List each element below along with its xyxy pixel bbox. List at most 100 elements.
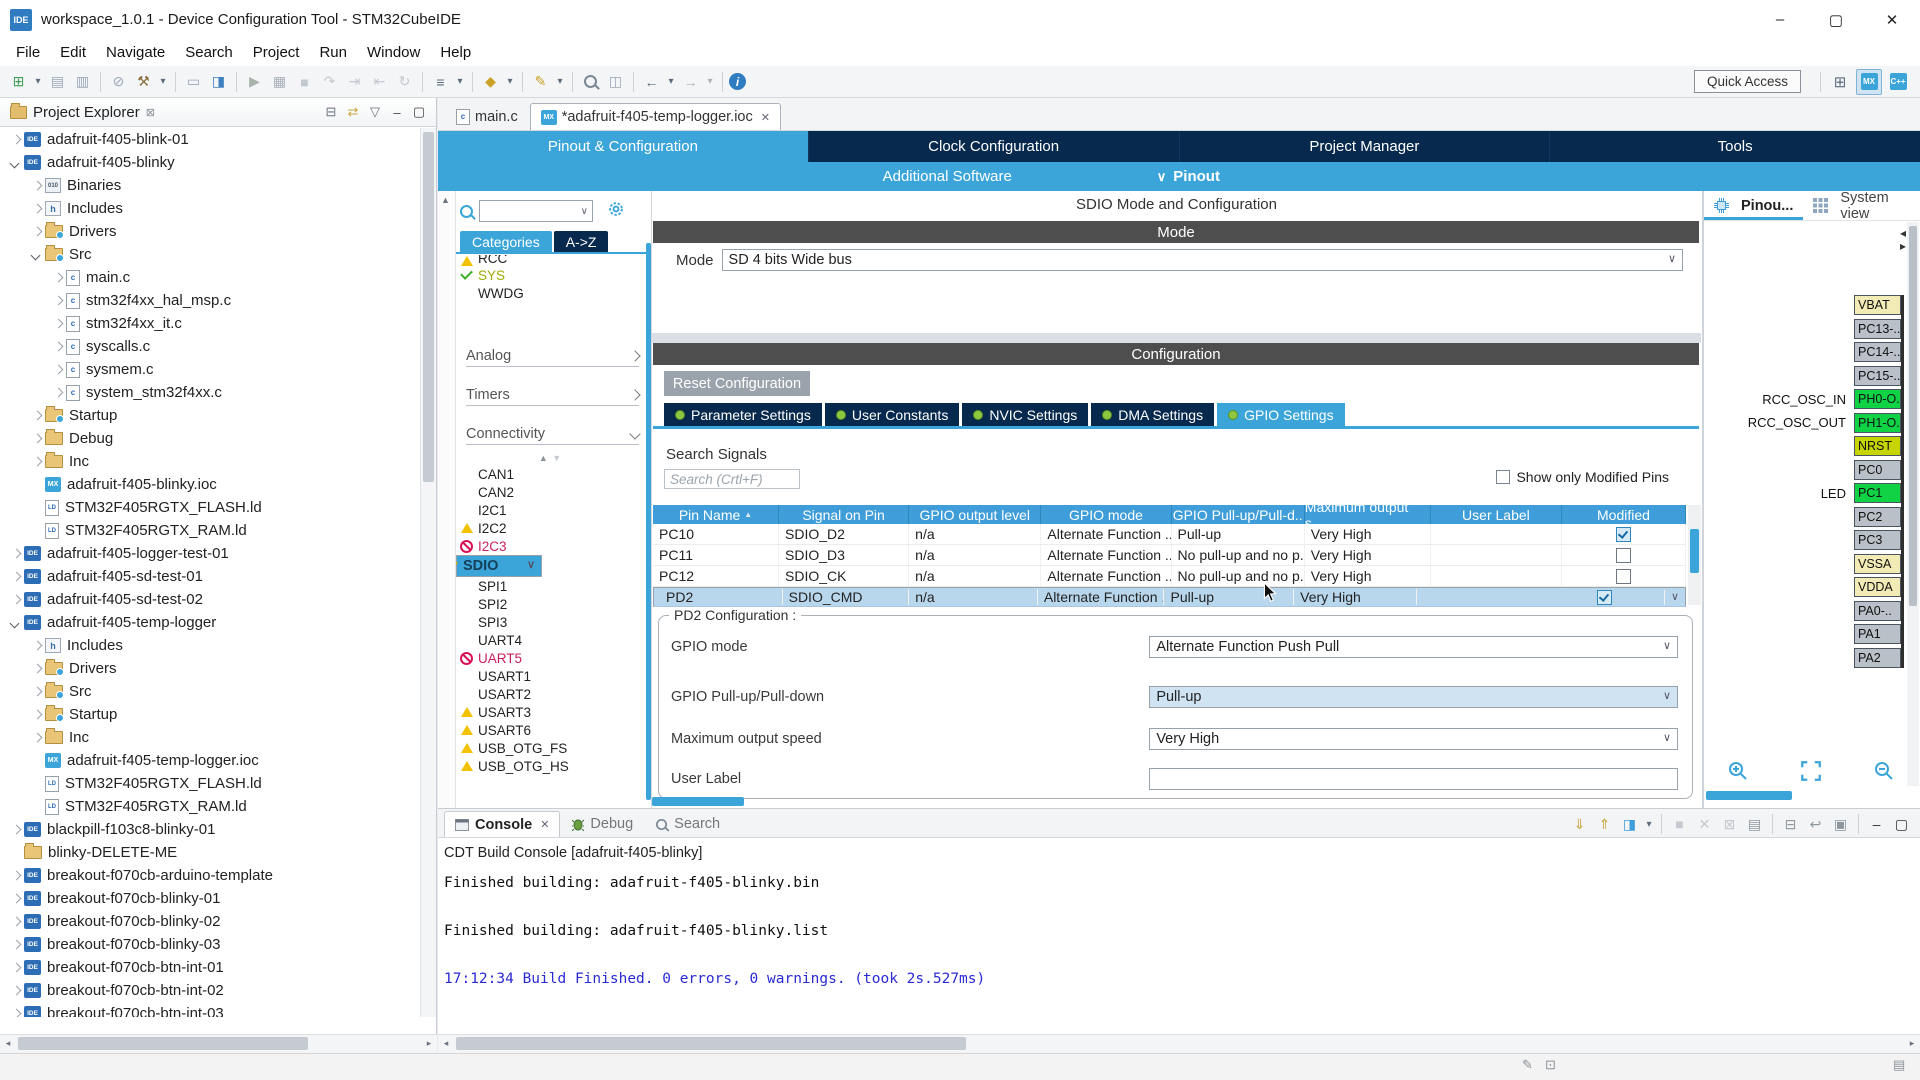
- forward-icon[interactable]: →: [679, 70, 702, 94]
- maximize-button[interactable]: ▢: [1808, 0, 1864, 39]
- clear-console-icon[interactable]: ▤: [1743, 812, 1766, 836]
- collapsed-arrow-icon[interactable]: [10, 595, 20, 605]
- tree-item-adafruit-f405-blink-01[interactable]: IDEadafruit-f405-blink-01: [0, 128, 421, 151]
- pin-console-icon[interactable]: ▣: [1829, 812, 1852, 836]
- peripheral-item-usart1[interactable]: USART1: [456, 667, 645, 685]
- collapsed-arrow-icon[interactable]: [31, 733, 41, 743]
- minimize-view-icon[interactable]: –: [386, 102, 408, 122]
- writable-indicator-icon[interactable]: ✎: [1522, 1057, 1533, 1073]
- pin-ph0-o[interactable]: PH0-O..: [1854, 389, 1901, 409]
- external-tools-caret[interactable]: ▾: [554, 70, 566, 94]
- open-perspective-icon[interactable]: ⊞: [1828, 70, 1852, 94]
- explorer-horizontal-scrollbar[interactable]: ◂ ▸: [0, 1034, 437, 1053]
- tree-item-stm32f4xx-it-c[interactable]: cstm32f4xx_it.c: [0, 312, 421, 335]
- collapsed-arrow-icon[interactable]: [31, 411, 41, 421]
- tree-item-breakout-f070cb-blinky-01[interactable]: IDEbreakout-f070cb-blinky-01: [0, 887, 421, 910]
- settings-tab-gpio-settings[interactable]: GPIO Settings: [1217, 403, 1344, 426]
- collapsed-arrow-icon[interactable]: [52, 319, 62, 329]
- external-tools-icon[interactable]: ✎: [529, 70, 552, 94]
- word-wrap-icon[interactable]: ↩: [1804, 812, 1827, 836]
- project-explorer-title[interactable]: Project Explorer: [33, 104, 140, 121]
- scroll-pins-right-icon[interactable]: ▸: [1900, 240, 1906, 253]
- tree-item-stm32f405rgtx-flash-ld[interactable]: LDSTM32F405RGTX_FLASH.ld: [0, 496, 421, 519]
- scroll-left-icon[interactable]: ◂: [0, 1035, 16, 1052]
- tree-item-binaries[interactable]: 010Binaries: [0, 174, 421, 197]
- pinout-menu-button[interactable]: ∨ Pinout: [1157, 162, 1220, 191]
- editor-tab-main-c[interactable]: cmain.c: [446, 103, 528, 130]
- tree-item-adafruit-f405-temp-logger[interactable]: IDEadafruit-f405-temp-logger: [0, 611, 421, 634]
- console-views-icon[interactable]: ≡: [429, 70, 452, 94]
- collapsed-arrow-icon[interactable]: [10, 825, 20, 835]
- new-c-file-icon[interactable]: ▭: [182, 70, 205, 94]
- scroll-lock-icon[interactable]: ⊟: [1779, 812, 1802, 836]
- pin-pc3[interactable]: PC3: [1854, 530, 1901, 550]
- peripheral-item-can2[interactable]: CAN2: [456, 483, 645, 501]
- minimize-button[interactable]: –: [1752, 0, 1808, 39]
- list-scroll-hint-icon[interactable]: ▲ ▼: [456, 451, 645, 465]
- signals-search-input[interactable]: Search (Crtl+F): [664, 469, 800, 489]
- tab-tools[interactable]: Tools: [1549, 131, 1920, 162]
- peripheral-item-spi3[interactable]: SPI3: [456, 613, 645, 631]
- profile-icon[interactable]: ▦: [268, 70, 291, 94]
- tree-item-stm32f4xx-hal-msp-c[interactable]: cstm32f4xx_hal_msp.c: [0, 289, 421, 312]
- tree-item-stm32f405rgtx-ram-ld[interactable]: LDSTM32F405RGTX_RAM.ld: [0, 519, 421, 542]
- settings-tab-dma-settings[interactable]: DMA Settings: [1091, 403, 1214, 426]
- peripheral-tab-categories[interactable]: Categories: [460, 231, 552, 252]
- new-class-caret[interactable]: ▾: [504, 70, 516, 94]
- column-header-gpio-pull-up-pull-d[interactable]: GPIO Pull-up/Pull-d..: [1172, 505, 1305, 524]
- tree-item-stm32f405rgtx-flash-ld[interactable]: LDSTM32F405RGTX_FLASH.ld: [0, 772, 421, 795]
- table-row-pd2[interactable]: PD2SDIO_CMDn/aAlternate Function ...Pull…: [653, 587, 1686, 607]
- close-button[interactable]: ✕: [1864, 0, 1920, 39]
- table-row-pc11[interactable]: PC11SDIO_D3n/aAlternate Function ...No p…: [653, 545, 1686, 566]
- tree-item-syscalls-c[interactable]: csyscalls.c: [0, 335, 421, 358]
- collapsed-arrow-icon[interactable]: [52, 342, 62, 352]
- peripheral-item-sdio[interactable]: SDIO: [456, 555, 542, 577]
- collapsed-arrow-icon[interactable]: [10, 986, 20, 996]
- column-header-user-label[interactable]: User Label: [1431, 505, 1562, 524]
- tab-project-manager[interactable]: Project Manager: [1179, 131, 1550, 162]
- show-modified-pins-checkbox[interactable]: [1496, 470, 1510, 484]
- maximize-view-icon[interactable]: ▢: [408, 102, 430, 122]
- new-wizard-caret[interactable]: ▾: [32, 70, 44, 94]
- tree-item-breakout-f070cb-btn-int-01[interactable]: IDEbreakout-f070cb-btn-int-01: [0, 956, 421, 979]
- peripheral-item-usb-otg-hs[interactable]: USB_OTG_HS: [456, 757, 645, 775]
- collapsed-arrow-icon[interactable]: [10, 871, 20, 881]
- collapse-all-icon[interactable]: ⊟: [320, 102, 342, 122]
- console-caret[interactable]: ▾: [1643, 812, 1655, 836]
- peripherals-scroll-strip[interactable]: ▲: [438, 191, 456, 808]
- save-all-icon[interactable]: ▥: [71, 70, 94, 94]
- tree-item-blackpill-f103c8-blinky-01[interactable]: IDEblackpill-f103c8-blinky-01: [0, 818, 421, 841]
- gear-icon[interactable]: [607, 200, 625, 222]
- pin-vdda[interactable]: VDDA: [1854, 577, 1901, 597]
- tree-item-adafruit-f405-temp-logger-ioc[interactable]: MXadafruit-f405-temp-logger.ioc: [0, 749, 421, 772]
- peripheral-item-usart2[interactable]: USART2: [456, 685, 645, 703]
- console-horizontal-scrollbar[interactable]: ◂ ▸: [438, 1034, 1920, 1053]
- peripheral-item-wwdg[interactable]: WWDG: [456, 284, 645, 302]
- column-header-modified[interactable]: Modified: [1562, 505, 1686, 524]
- device-configuration-perspective-icon[interactable]: MX: [1856, 69, 1882, 95]
- tree-item-debug[interactable]: Debug: [0, 427, 421, 450]
- pin-pa0[interactable]: PA0-..: [1854, 601, 1901, 621]
- zoom-in-icon[interactable]: [1726, 760, 1750, 782]
- notification-tray-icon[interactable]: ▤: [1893, 1057, 1905, 1073]
- column-header-maximum-output-s[interactable]: Maximum output s...: [1305, 505, 1431, 524]
- link-with-editor-icon[interactable]: ⇄: [342, 102, 364, 122]
- tree-item-breakout-f070cb-arduino-template[interactable]: IDEbreakout-f070cb-arduino-template: [0, 864, 421, 887]
- back-icon[interactable]: ←: [640, 70, 663, 94]
- tree-item-src[interactable]: Src: [0, 243, 421, 266]
- tree-item-breakout-f070cb-blinky-03[interactable]: IDEbreakout-f070cb-blinky-03: [0, 933, 421, 956]
- tree-item-adafruit-f405-logger-test-01[interactable]: IDEadafruit-f405-logger-test-01: [0, 542, 421, 565]
- pinout-tab-system-view[interactable]: System view: [1803, 191, 1920, 220]
- table-row-pc10[interactable]: PC10SDIO_D2n/aAlternate Function ...Pull…: [653, 524, 1686, 545]
- sdio-horizontal-scrollbar-thumb[interactable]: [652, 797, 744, 806]
- peripheral-item-spi1[interactable]: SPI1: [456, 577, 645, 595]
- peripheral-item-spi2[interactable]: SPI2: [456, 595, 645, 613]
- progress-monitor-icon[interactable]: ⊡: [1545, 1057, 1556, 1073]
- menu-file[interactable]: File: [6, 41, 50, 64]
- user-label-input[interactable]: [1149, 768, 1678, 790]
- gpio-mode-select[interactable]: Alternate Function Push Pull: [1149, 636, 1678, 658]
- tree-item-startup[interactable]: Startup: [0, 404, 421, 427]
- quick-access-button[interactable]: Quick Access: [1694, 70, 1801, 93]
- new-wizard-icon[interactable]: ⊞: [7, 70, 30, 94]
- close-icon[interactable]: ✕: [761, 111, 770, 124]
